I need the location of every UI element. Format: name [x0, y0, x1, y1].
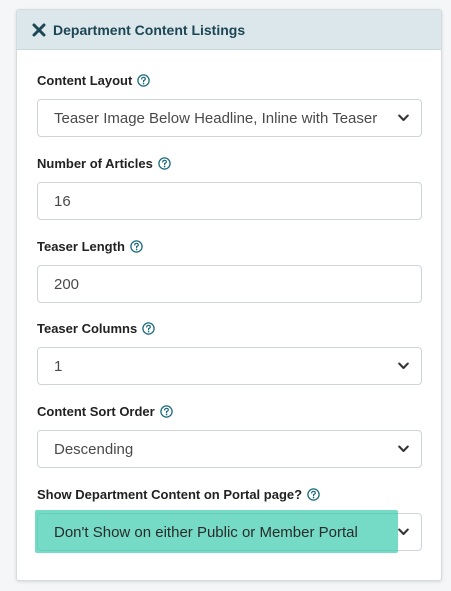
chevron-down-icon	[398, 445, 409, 452]
help-icon[interactable]	[142, 321, 155, 335]
number-of-articles-label: Number of Articles	[37, 155, 153, 171]
number-of-articles-field: Number of Articles 16	[37, 154, 422, 220]
help-icon[interactable]	[159, 404, 173, 418]
help-icon[interactable]	[307, 487, 320, 501]
chevron-down-icon	[398, 114, 409, 121]
content-sort-order-value: Descending	[54, 440, 134, 458]
help-icon[interactable]	[130, 239, 143, 253]
teaser-length-label: Teaser Length	[37, 238, 125, 254]
content-sort-order-select[interactable]: Descending	[37, 430, 422, 468]
panel-title: Department Content Listings	[53, 21, 246, 38]
teaser-columns-select[interactable]: 1	[37, 347, 422, 385]
content-layout-value: Teaser Image Below Headline, Inline with…	[54, 109, 378, 127]
chevron-down-icon	[398, 362, 409, 369]
panel-header: Department Content Listings	[17, 10, 441, 50]
number-of-articles-input[interactable]: 16	[37, 182, 422, 220]
portal-page-label: Show Department Content on Portal page?	[37, 486, 303, 502]
number-of-articles-value: 16	[54, 192, 71, 210]
content-layout-field: Content Layout Teaser Image Below Headli…	[37, 71, 422, 137]
close-icon[interactable]	[31, 22, 47, 38]
chevron-down-icon	[398, 528, 409, 535]
teaser-length-field: Teaser Length 200	[37, 237, 422, 303]
content-sort-order-label: Content Sort Order	[37, 403, 155, 419]
portal-page-value: Don't Show on either Public or Member Po…	[54, 523, 358, 541]
content-sort-order-field: Content Sort Order Descending	[37, 402, 422, 468]
help-icon[interactable]	[137, 73, 151, 87]
help-icon[interactable]	[158, 156, 171, 170]
teaser-columns-field: Teaser Columns 1	[37, 319, 422, 385]
teaser-columns-value: 1	[54, 357, 63, 375]
content-layout-label: Content Layout	[37, 72, 133, 88]
teaser-length-value: 200	[54, 275, 80, 293]
teaser-length-input[interactable]: 200	[37, 265, 422, 303]
content-layout-select[interactable]: Teaser Image Below Headline, Inline with…	[37, 99, 422, 137]
teaser-columns-label: Teaser Columns	[37, 320, 138, 336]
